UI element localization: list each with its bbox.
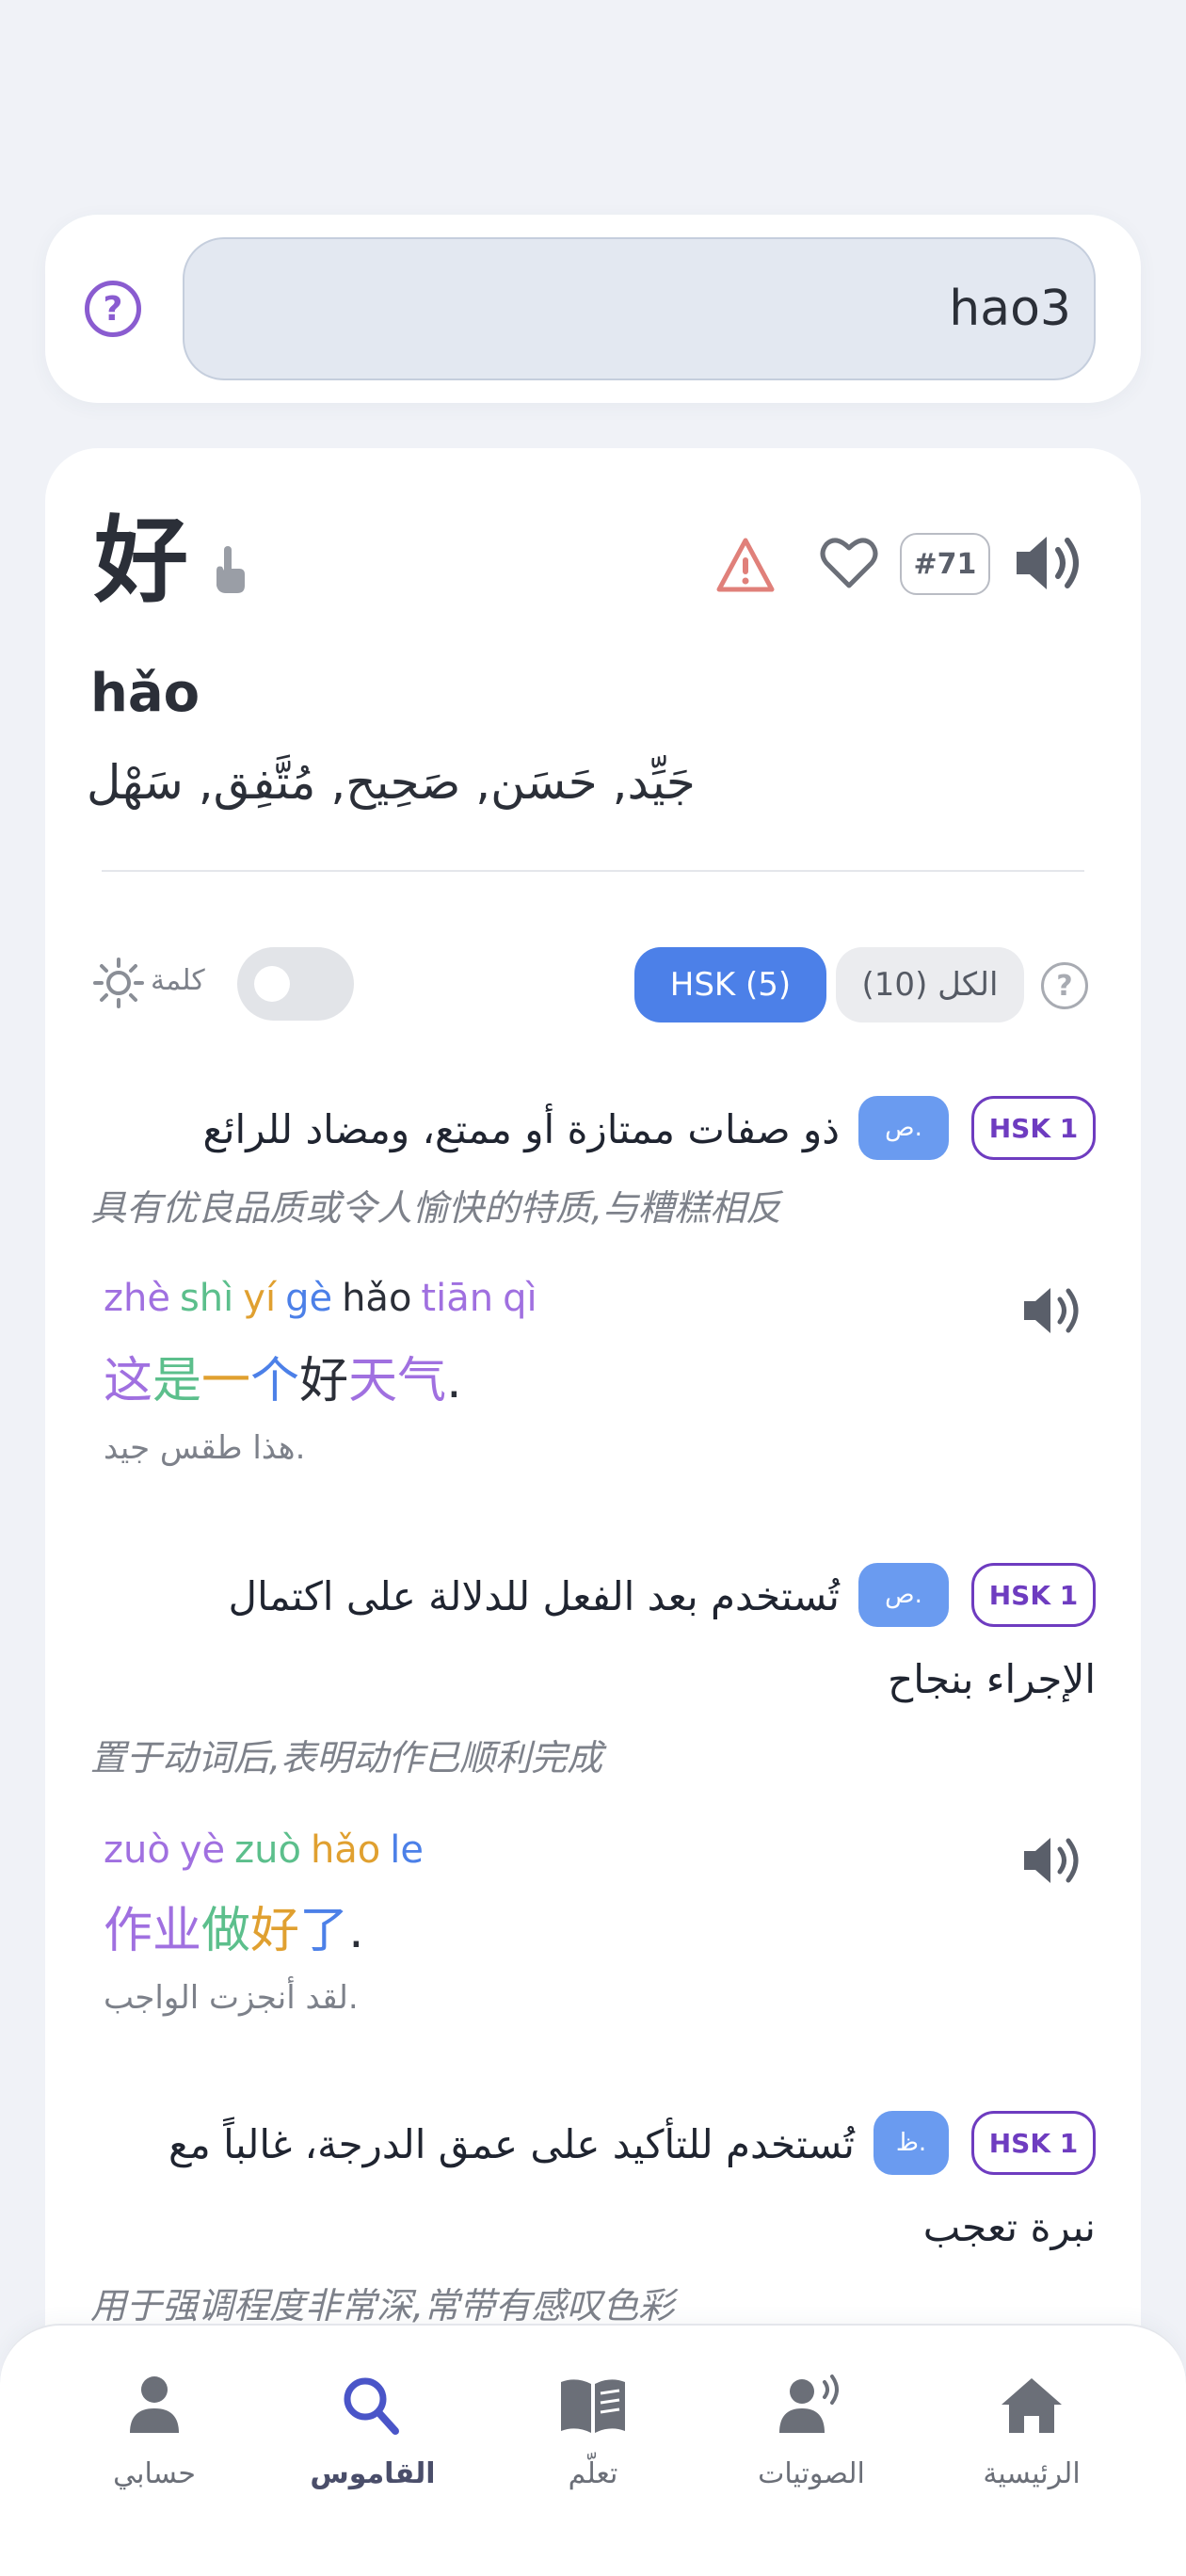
- example-hanzi-char: 做: [201, 1903, 251, 1959]
- example-speaker-icon[interactable]: [1022, 1280, 1086, 1341]
- definition-text: ذو صفات ممتازة أو ممتع، ومضاد للرائع: [202, 1106, 840, 1152]
- home-icon: [1002, 2378, 1062, 2433]
- example-pinyin-syllable: zuò: [104, 1828, 170, 1872]
- speaker-icon[interactable]: [1013, 529, 1088, 597]
- example-hanzi: 这是一个好天气.: [104, 1341, 462, 1411]
- definition-text-continued: نبرة تعجب: [922, 2204, 1096, 2250]
- all-filter-button[interactable]: الكل (10): [836, 947, 1024, 1022]
- example-pinyin-syllable: yè: [179, 1828, 226, 1872]
- nav-learn[interactable]: تعلّم: [499, 2373, 687, 2523]
- nav-account[interactable]: حسابي: [60, 2373, 248, 2523]
- example-hanzi-char: 这: [104, 1353, 153, 1409]
- warning-icon[interactable]: [715, 537, 776, 593]
- definition-text: تُستخدم للتأكيد على عمق الدرجة، غالباً م…: [168, 2121, 855, 2167]
- example-hanzi-char: 好: [299, 1353, 349, 1409]
- hsk-level-badge: HSK 1: [971, 1563, 1096, 1627]
- hsk-filter-button[interactable]: HSK (5): [634, 947, 826, 1022]
- entry-translation: جَيِّد, حَسَن, صَحِيح, مُتَّفِق, سَهْل: [87, 755, 696, 810]
- example-pinyin: zuò yè zuò hǎo le: [104, 1828, 433, 1872]
- heart-icon[interactable]: [819, 533, 879, 591]
- nav-account-label: حسابي: [113, 2457, 196, 2490]
- search-card: ?: [45, 215, 1141, 403]
- example-pinyin-syllable: hǎo: [310, 1828, 381, 1872]
- example-hanzi-char: .: [348, 1903, 364, 1959]
- nav-dictionary-label: القاموس: [310, 2457, 436, 2490]
- definition-text-continued: الإجراء بنجاح: [888, 1656, 1096, 1702]
- speaking-person-icon: [779, 2375, 839, 2433]
- search-input[interactable]: [183, 237, 1096, 380]
- example-pinyin-syllable: le: [390, 1828, 425, 1872]
- example-hanzi-char: 好: [250, 1903, 300, 1959]
- example-hanzi-char: 天: [348, 1353, 398, 1409]
- bottom-navigation: حسابي القاموس تعلّم الصوتيات الرئيسية: [0, 2324, 1186, 2576]
- frequency-rank-badge: #71: [900, 533, 990, 595]
- divider: [102, 870, 1084, 872]
- definition-chinese: 用于强调程度非常深,常带有感叹色彩: [90, 2285, 675, 2326]
- example-pinyin-syllable: yí: [243, 1277, 277, 1320]
- user-icon: [130, 2376, 179, 2433]
- part-of-speech-badge: ص.: [858, 1563, 949, 1627]
- example-hanzi-char: 作: [104, 1903, 153, 1959]
- example-translation: لقد أنجزت الواجب.: [104, 1979, 359, 2017]
- example-pinyin-syllable: tiān: [421, 1277, 494, 1320]
- example-hanzi-char: 气: [397, 1353, 447, 1409]
- example-pinyin-syllable: zuò: [234, 1828, 301, 1872]
- definition-text: تُستخدم بعد الفعل للدلالة على اكتمال: [228, 1573, 840, 1619]
- example-pinyin-syllable: qì: [503, 1277, 537, 1320]
- example-translation: هذا طقس جيد.: [104, 1429, 306, 1467]
- help-icon[interactable]: ?: [85, 281, 141, 337]
- nav-home[interactable]: الرئيسية: [938, 2373, 1126, 2523]
- search-icon: [344, 2377, 399, 2435]
- entry-hanzi: 好: [94, 506, 188, 616]
- nav-phonetics[interactable]: الصوتيات: [717, 2373, 906, 2523]
- hsk-level-badge: HSK 1: [971, 1096, 1096, 1160]
- nav-learn-label: تعلّم: [568, 2457, 618, 2490]
- example-pinyin: zhè shì yí gè hǎo tiān qì: [104, 1277, 547, 1320]
- nav-dictionary[interactable]: القاموس: [279, 2373, 467, 2523]
- book-icon: [561, 2379, 625, 2433]
- definition-chinese: 置于动词后,表明动作已顺利完成: [90, 1737, 603, 1779]
- example-pinyin-syllable: hǎo: [342, 1277, 412, 1320]
- filter-help-icon[interactable]: ?: [1041, 962, 1088, 1009]
- hsk-level-badge: HSK 1: [971, 2111, 1096, 2175]
- definition-chinese: 具有优良品质或令人愉快的特质,与糟糕相反: [90, 1187, 782, 1229]
- example-pinyin-syllable: shì: [179, 1277, 234, 1320]
- example-speaker-icon[interactable]: [1022, 1830, 1086, 1891]
- nav-home-label: الرئيسية: [983, 2457, 1081, 2490]
- example-hanzi-char: 了: [299, 1903, 349, 1959]
- entry-pinyin: hǎo: [90, 663, 200, 724]
- part-of-speech-badge: ظ.: [873, 2111, 949, 2175]
- word-mode-toggle[interactable]: [237, 947, 354, 1021]
- example-pinyin-syllable: zhè: [104, 1277, 170, 1320]
- hand-pointer-icon[interactable]: [211, 542, 248, 595]
- example-hanzi-char: 个: [250, 1353, 300, 1409]
- nav-phonetics-label: الصوتيات: [758, 2457, 865, 2490]
- example-pinyin-syllable: gè: [285, 1277, 333, 1320]
- word-mode-label: كلمة: [151, 964, 205, 997]
- example-hanzi: 作业做好了.: [104, 1891, 364, 1961]
- entry-card: 好 #71 hǎo جَيِّد, حَسَن, صَحِيح, مُتَّفِ…: [45, 448, 1141, 2576]
- example-hanzi-char: 一: [201, 1353, 251, 1409]
- toggle-knob: [254, 966, 290, 1002]
- sun-icon: [93, 958, 144, 1008]
- example-hanzi-char: 业: [152, 1903, 202, 1959]
- example-hanzi-char: .: [446, 1353, 462, 1409]
- example-hanzi-char: 是: [152, 1353, 202, 1409]
- part-of-speech-badge: ص.: [858, 1096, 949, 1160]
